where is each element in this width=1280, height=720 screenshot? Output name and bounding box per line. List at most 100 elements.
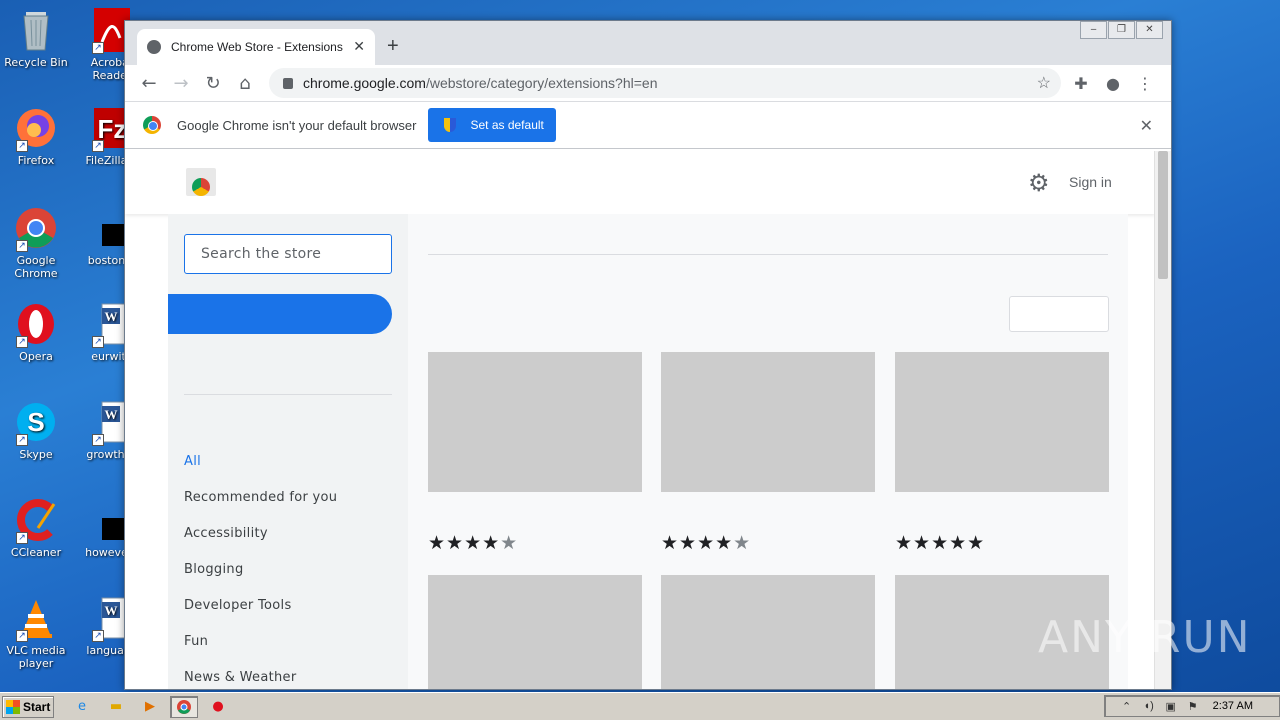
opera-icon: ↗ [14,302,58,348]
category-list: All Recommended for you Accessibility Bl… [184,450,337,689]
close-infobar-icon[interactable]: ✕ [1140,116,1153,136]
tab-strip: Chrome Web Store - Extensions ✕ + ‒ ❐ ✕ [125,21,1171,65]
desktop-icon-recycle-bin[interactable]: Recycle Bin [0,8,72,69]
new-tab-button[interactable]: + [387,35,399,58]
sidebar-divider [184,394,392,395]
start-label: Start [23,699,51,714]
web-store-logo-icon[interactable] [186,168,216,196]
rating-stars: ★★★★★ [661,532,751,554]
bookmark-star-icon[interactable]: ☆ [1037,73,1051,93]
shortcut-arrow-icon: ↗ [16,336,28,348]
system-tray: ⌃ ◖) ▣ ⚑ 2:37 AM [1104,695,1280,717]
tab-chrome-web-store[interactable]: Chrome Web Store - Extensions ✕ [137,29,375,65]
shortcut-arrow-icon: ↗ [16,532,28,544]
extension-card[interactable] [428,575,642,689]
explorer-folder-icon[interactable]: ▬ [102,696,130,718]
main-divider [428,254,1108,255]
home-button[interactable]: ⌂ [229,67,261,99]
opera-taskbar-icon[interactable]: ● [204,696,232,718]
default-browser-infobar: Google Chrome isn't your default browser… [125,101,1171,149]
page-scrollbar[interactable] [1154,151,1171,689]
shortcut-arrow-icon: ↗ [92,42,104,54]
minimize-button[interactable]: ‒ [1080,21,1107,39]
sidebar-selection-pill[interactable] [168,294,392,334]
window-controls: ‒ ❐ ✕ [1079,21,1163,39]
desktop-icon-skype[interactable]: S ↗ Skype [0,400,72,461]
globe-icon [147,40,161,54]
desktop-icon-label: Recycle Bin [4,56,68,69]
extension-card[interactable] [428,352,642,492]
url-host: chrome.google.com [303,75,426,91]
set-as-default-label: Set as default [470,118,544,132]
restore-button[interactable]: ❐ [1108,21,1135,39]
desktop-icon-vlc[interactable]: ↗ VLC media player [0,596,72,670]
svg-text:W: W [105,603,118,618]
forward-button[interactable]: → [165,67,197,99]
action-center-flag-icon[interactable]: ⚑ [1185,700,1201,713]
shortcut-arrow-icon: ↗ [92,140,104,152]
clock[interactable]: 2:37 AM [1213,700,1253,712]
anyrun-watermark: ANY RUN [1038,612,1252,663]
shortcut-arrow-icon: ↗ [92,434,104,446]
shortcut-arrow-icon: ↗ [92,336,104,348]
extension-card[interactable] [895,352,1109,492]
desktop-icon-google-chrome[interactable]: ↗ Google Chrome [0,206,72,280]
category-news-weather[interactable]: News & Weather [184,666,337,689]
extension-card[interactable] [661,575,875,689]
extensions-puzzle-icon[interactable]: ✚ [1065,67,1097,99]
sign-in-link[interactable]: Sign in [1069,174,1112,190]
star-icon: ★★★★ [428,532,501,554]
volume-icon[interactable]: ◖) [1141,700,1157,712]
infobar-message: Google Chrome isn't your default browser [177,117,417,133]
scrollbar-thumb[interactable] [1158,151,1168,279]
category-developer-tools[interactable]: Developer Tools [184,594,337,630]
desktop-icon-firefox[interactable]: ↗ Firefox [0,106,72,167]
category-all[interactable]: All [184,450,337,486]
media-player-icon[interactable]: ▶ [136,696,164,718]
start-button[interactable]: Start [2,695,54,718]
rating-stars: ★★★★★ [895,532,985,554]
profile-avatar-icon[interactable]: ● [1097,67,1129,99]
close-window-button[interactable]: ✕ [1136,21,1163,39]
extension-card[interactable] [661,352,875,492]
rating-stars: ★★★★★ [428,532,518,554]
close-tab-icon[interactable]: ✕ [353,38,365,55]
toolbar-icons: ✚ ● ⋮ [1065,67,1161,99]
category-blogging[interactable]: Blogging [184,558,337,594]
category-fun[interactable]: Fun [184,630,337,666]
star-empty-icon: ★ [733,532,752,554]
chrome-logo-icon [143,116,161,134]
desktop-icon-label: Opera [19,350,53,363]
sort-dropdown[interactable] [1009,296,1109,332]
store-main: ★★★★★ ★★★★★ ★★★★★ [408,214,1128,689]
reload-button[interactable]: ↻ [197,67,229,99]
firefox-icon: ↗ [14,106,58,152]
svg-text:W: W [105,407,118,422]
store-sidebar: Search the store All Recommended for you… [168,214,408,689]
category-accessibility[interactable]: Accessibility [184,522,337,558]
tray-expand-icon[interactable]: ⌃ [1119,700,1135,713]
network-icon[interactable]: ▣ [1163,700,1179,713]
desktop-icon-ccleaner[interactable]: ↗ CCleaner [0,498,72,559]
back-button[interactable]: ← [133,67,165,99]
store-header: ⚙ Sign in [125,151,1155,214]
shortcut-arrow-icon: ↗ [16,434,28,446]
svg-text:W: W [105,309,118,324]
chrome-icon: ↗ [14,206,58,252]
shortcut-arrow-icon: ↗ [92,630,104,642]
desktop-icon-opera[interactable]: ↗ Opera [0,302,72,363]
menu-kebab-icon[interactable]: ⋮ [1129,67,1161,99]
settings-gear-icon[interactable]: ⚙ [1028,169,1050,197]
vlc-icon: ↗ [14,596,58,642]
uac-shield-icon [444,118,457,132]
desktop-icon-label: VLC media player [6,644,66,670]
search-input[interactable]: Search the store [184,234,392,274]
ie-icon[interactable]: e [68,696,96,718]
set-as-default-button[interactable]: Set as default [428,108,557,142]
chrome-taskbar-icon[interactable] [170,695,198,718]
star-icon: ★★★★★ [895,532,986,554]
address-bar[interactable]: chrome.google.com/webstore/category/exte… [269,68,1061,98]
desktop-icon-label: CCleaner [10,546,62,559]
category-recommended[interactable]: Recommended for you [184,486,337,522]
star-icon: ★★★★ [661,532,734,554]
